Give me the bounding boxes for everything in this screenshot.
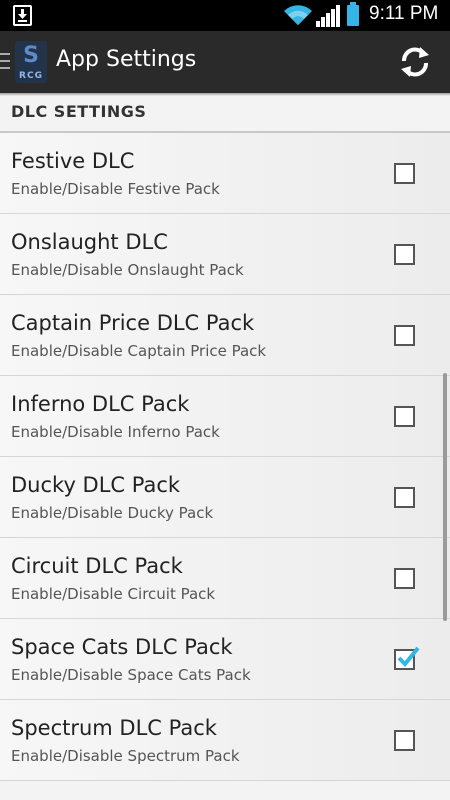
- page-title: App Settings: [56, 47, 197, 72]
- preference-title: Onslaught DLC: [11, 230, 168, 254]
- app-icon[interactable]: S RCG: [15, 41, 47, 83]
- menu-icon[interactable]: [0, 53, 10, 69]
- preference-summary: Enable/Disable Spectrum Pack: [11, 747, 240, 765]
- preference-title: Ducky DLC Pack: [11, 473, 181, 497]
- app-logo-glyph: S: [23, 43, 39, 68]
- status-bar: 9:11 PM: [0, 0, 450, 31]
- preference-checkbox[interactable]: [394, 325, 415, 346]
- refresh-icon: [401, 47, 429, 77]
- preference-title: Spectrum DLC Pack: [11, 716, 217, 740]
- preference-summary: Enable/Disable Space Cats Pack: [11, 666, 251, 684]
- preference-checkbox[interactable]: [394, 406, 415, 427]
- download-icon: [13, 5, 32, 26]
- preference-title: Festive DLC: [11, 149, 135, 173]
- preference-row[interactable]: Festive DLC Enable/Disable Festive Pack: [0, 133, 450, 214]
- preference-row[interactable]: Onslaught DLC Enable/Disable Onslaught Pa…: [0, 214, 450, 295]
- preference-summary: Enable/Disable Captain Price Pack: [11, 342, 267, 360]
- signal-icon: [316, 5, 340, 27]
- status-clock: 9:11 PM: [369, 3, 439, 24]
- action-bar: S RCG App Settings: [0, 31, 450, 93]
- preference-title: Inferno DLC Pack: [11, 392, 190, 416]
- preference-checkbox[interactable]: [394, 568, 415, 589]
- preference-list: Festive DLC Enable/Disable Festive Pack On…: [0, 133, 450, 781]
- app-icon-text: RCG: [19, 71, 43, 81]
- refresh-button[interactable]: [396, 43, 434, 81]
- preference-row[interactable]: Spectrum DLC Pack Enable/Disable Spectrum…: [0, 700, 450, 781]
- preference-title: Circuit DLC Pack: [11, 554, 183, 578]
- action-bar-shadow: [0, 93, 450, 96]
- preference-checkbox[interactable]: [394, 244, 415, 265]
- wifi-icon: [284, 5, 312, 26]
- preference-title: Captain Price DLC Pack: [11, 311, 255, 335]
- scrollbar[interactable]: [443, 373, 447, 621]
- preference-row[interactable]: Space Cats DLC Pack Enable/Disable Space …: [0, 619, 450, 700]
- battery-icon: [347, 2, 359, 26]
- preference-row[interactable]: Ducky DLC Pack Enable/Disable Ducky Pack: [0, 457, 450, 538]
- checkmark-icon: [397, 646, 420, 667]
- preference-title: Space Cats DLC Pack: [11, 635, 233, 659]
- preference-checkbox[interactable]: [394, 487, 415, 508]
- section-header: DLC SETTINGS: [11, 102, 147, 121]
- preference-checkbox[interactable]: [394, 646, 420, 670]
- preference-summary: Enable/Disable Inferno Pack: [11, 423, 220, 441]
- preference-summary: Enable/Disable Onslaught Pack: [11, 261, 244, 279]
- preference-row[interactable]: Circuit DLC Pack Enable/Disable Circuit P…: [0, 538, 450, 619]
- preference-checkbox[interactable]: [394, 163, 415, 184]
- preference-summary: Enable/Disable Festive Pack: [11, 180, 220, 198]
- preference-summary: Enable/Disable Circuit Pack: [11, 585, 216, 603]
- preference-row[interactable]: Captain Price DLC Pack Enable/Disable Cap…: [0, 295, 450, 376]
- preference-summary: Enable/Disable Ducky Pack: [11, 504, 214, 522]
- preference-checkbox[interactable]: [394, 730, 415, 751]
- preference-row[interactable]: Inferno DLC Pack Enable/Disable Inferno P…: [0, 376, 450, 457]
